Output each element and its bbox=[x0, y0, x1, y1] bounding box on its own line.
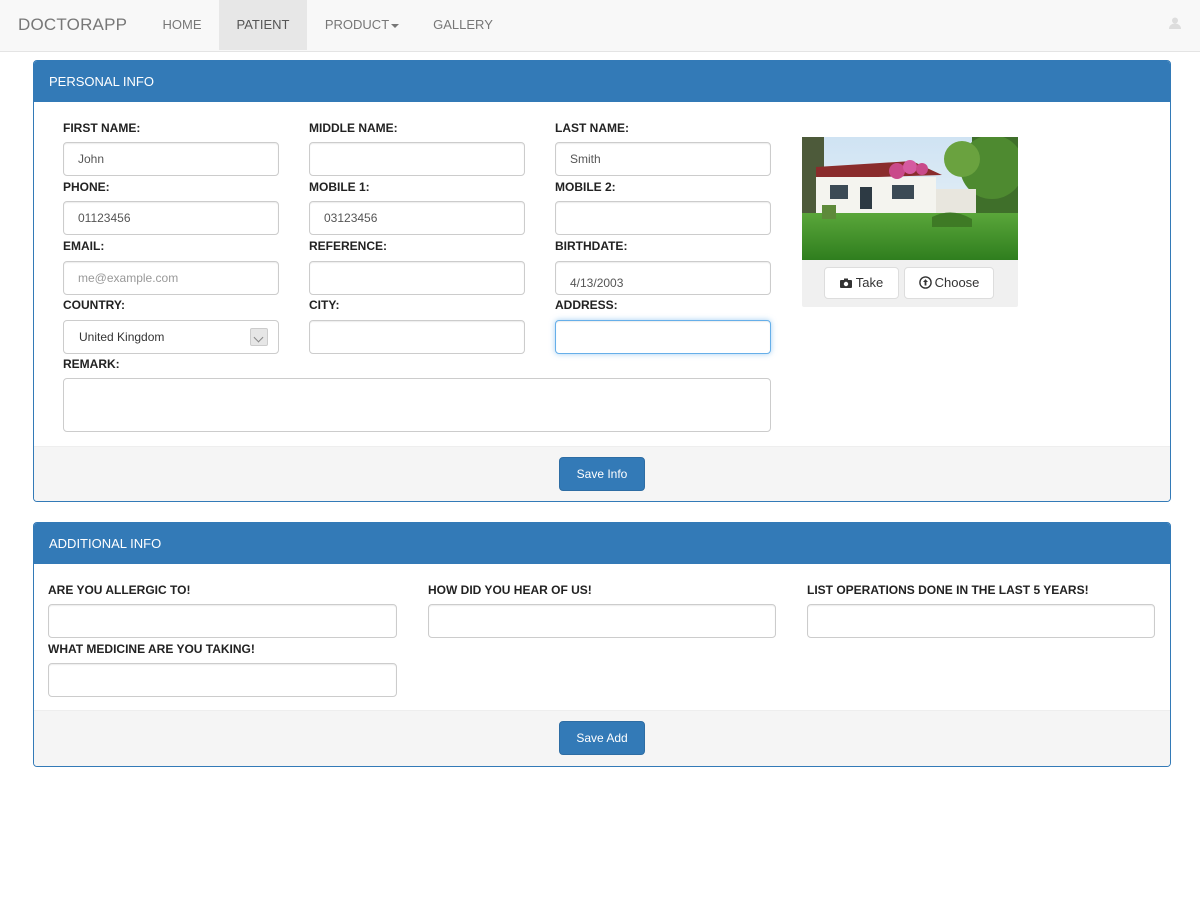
save-info-button[interactable]: Save Info bbox=[559, 457, 645, 491]
last-name-input[interactable] bbox=[555, 142, 771, 176]
phone-label: PHONE: bbox=[63, 180, 110, 194]
nav-item-patient[interactable]: PATIENT bbox=[219, 0, 307, 50]
personal-info-footer: Save Info bbox=[34, 446, 1170, 501]
upload-icon bbox=[918, 276, 932, 289]
camera-icon bbox=[839, 278, 852, 288]
operations-input[interactable] bbox=[807, 604, 1155, 638]
country-select-value: United Kingdom bbox=[79, 330, 165, 344]
nav-item-gallery[interactable]: GALLERY bbox=[418, 0, 508, 50]
address-label: ADDRESS: bbox=[555, 298, 618, 312]
city-label: CITY: bbox=[309, 298, 340, 312]
hear-label: HOW DID YOU HEAR OF US! bbox=[428, 583, 592, 597]
operations-label: LIST OPERATIONS DONE IN THE LAST 5 YEARS… bbox=[807, 583, 1089, 597]
mobile2-label: MOBILE 2: bbox=[555, 180, 616, 194]
take-photo-button[interactable]: Take bbox=[824, 267, 899, 299]
phone-input[interactable] bbox=[63, 201, 279, 235]
select-arrow-icon bbox=[250, 328, 268, 346]
middle-name-input[interactable] bbox=[309, 142, 525, 176]
country-select[interactable]: United Kingdom bbox=[63, 320, 279, 354]
mobile1-input[interactable] bbox=[309, 201, 525, 235]
additional-info-footer: Save Add bbox=[34, 710, 1170, 766]
allergic-label: ARE YOU ALLERGIC TO! bbox=[48, 583, 191, 597]
email-input[interactable] bbox=[63, 261, 279, 295]
birthdate-input[interactable] bbox=[555, 261, 771, 295]
mobile1-label: MOBILE 1: bbox=[309, 180, 370, 194]
additional-info-heading: ADDITIONAL INFO bbox=[34, 523, 1170, 564]
middle-name-label: MIDDLE NAME: bbox=[309, 121, 398, 135]
save-add-button[interactable]: Save Add bbox=[559, 721, 645, 755]
first-name-input[interactable] bbox=[63, 142, 279, 176]
navbar: DOCTORAPP HOME PATIENT PRODUCT GALLERY bbox=[0, 0, 1200, 52]
nav-item-product-label: PRODUCT bbox=[324, 17, 390, 32]
reference-label: REFERENCE: bbox=[309, 239, 388, 253]
address-input[interactable] bbox=[555, 320, 771, 354]
brand-logo[interactable]: DOCTORAPP bbox=[18, 15, 127, 35]
take-photo-label: Take bbox=[855, 275, 884, 290]
first-name-label: FIRST NAME: bbox=[63, 121, 141, 135]
medicine-label: WHAT MEDICINE ARE YOU TAKING! bbox=[48, 642, 255, 656]
choose-photo-button[interactable]: Choose bbox=[904, 267, 994, 299]
caret-down-icon bbox=[391, 23, 400, 28]
remark-textarea[interactable] bbox=[63, 378, 771, 432]
mobile2-input[interactable] bbox=[555, 201, 771, 235]
birthdate-label: BIRTHDATE: bbox=[555, 239, 628, 253]
photo-widget: Take Choose bbox=[802, 137, 1018, 307]
medicine-input[interactable] bbox=[48, 663, 397, 697]
remark-label: REMARK: bbox=[63, 357, 120, 371]
email-label: EMAIL: bbox=[63, 239, 105, 253]
country-label: COUNTRY: bbox=[63, 298, 125, 312]
choose-photo-label: Choose bbox=[934, 275, 980, 290]
last-name-label: LAST NAME: bbox=[555, 121, 629, 135]
personal-info-heading: PERSONAL INFO bbox=[34, 61, 1170, 102]
nav-item-product[interactable]: PRODUCT bbox=[310, 0, 414, 50]
city-input[interactable] bbox=[309, 320, 525, 354]
reference-input[interactable] bbox=[309, 261, 525, 295]
hear-input[interactable] bbox=[428, 604, 776, 638]
nav-item-home[interactable]: HOME bbox=[148, 0, 216, 50]
patient-photo bbox=[802, 137, 1018, 260]
user-icon[interactable] bbox=[1168, 16, 1182, 33]
allergic-input[interactable] bbox=[48, 604, 397, 638]
